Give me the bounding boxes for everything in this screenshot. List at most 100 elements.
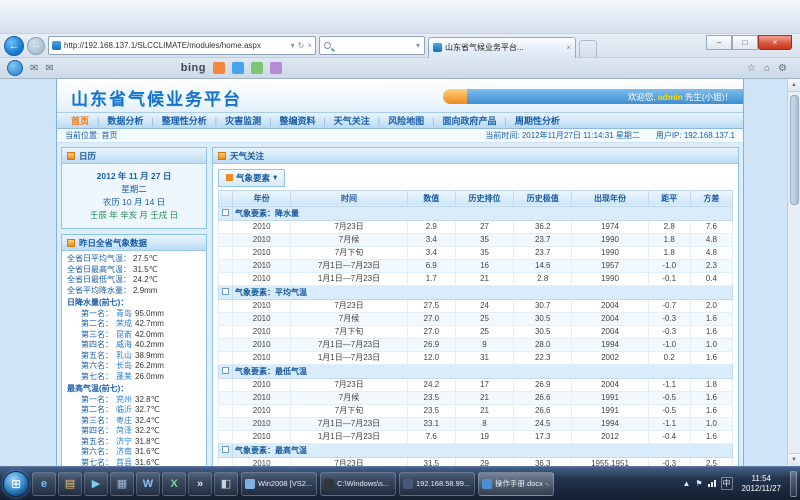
scrollbar-thumb[interactable]: [790, 95, 799, 205]
gear-icon[interactable]: ⚙: [778, 63, 787, 74]
page-scrollbar[interactable]: ▲ ▼: [787, 79, 800, 466]
checkbox-icon[interactable]: [222, 288, 229, 295]
cell: 36.2: [514, 220, 572, 233]
taskbar-clock[interactable]: 11:54 2012/11/27: [738, 474, 785, 493]
search-dropdown-icon[interactable]: ▾: [416, 41, 420, 50]
address-url[interactable]: http://192.168.137.1/SLCCLIMATE/modules/…: [64, 41, 288, 50]
station-link[interactable]: 济宁: [116, 437, 132, 448]
stop-icon[interactable]: ×: [307, 41, 312, 50]
browser-back-button[interactable]: ←: [4, 36, 24, 56]
checkbox-icon[interactable]: [222, 209, 229, 216]
nav-item-5[interactable]: 天气关注: [326, 114, 378, 127]
tab-close-icon[interactable]: ×: [566, 43, 571, 52]
station-link[interactable]: 莒县: [116, 458, 132, 467]
table-row[interactable]: 20107月候3.43523.719901.84.8: [219, 233, 733, 246]
station-link[interactable]: 昆嵛: [116, 330, 132, 341]
home-icon[interactable]: ⌂: [764, 63, 770, 74]
nav-item-1[interactable]: 数据分析: [99, 114, 151, 127]
taskbar-window-1[interactable]: C:\Windows\s...: [320, 472, 396, 496]
table-row[interactable]: 20107月下旬27.02530.52004-0.31.6: [219, 325, 733, 338]
table-row[interactable]: 20101月1日—7月23日12.03122.320020.21.6: [219, 351, 733, 364]
table-row[interactable]: 20107月1日—7月23日23.1824.51994-1.11.0: [219, 417, 733, 430]
scroll-up-icon[interactable]: ▲: [788, 79, 800, 92]
station-link[interactable]: 菏泽: [116, 426, 132, 437]
address-bar[interactable]: http://192.168.137.1/SLCCLIMATE/modules/…: [48, 36, 316, 55]
excel-icon[interactable]: X: [162, 472, 186, 496]
station-link[interactable]: 威海: [116, 340, 132, 351]
folder-icon[interactable]: ▤: [58, 472, 82, 496]
nav-item-0[interactable]: 首页: [63, 114, 97, 127]
remote-desktop-icon[interactable]: ▦: [110, 472, 134, 496]
cell: 2010: [233, 457, 291, 466]
element-filter-button[interactable]: 气象要素 ▾: [218, 169, 285, 187]
table-row[interactable]: 20107月候27.02530.52004-0.31.6: [219, 312, 733, 325]
ime-indicator[interactable]: 中: [721, 477, 733, 490]
favorites-star-icon[interactable]: ☆: [747, 63, 756, 74]
taskbar-window-2[interactable]: 192.168.58.99...: [399, 472, 475, 496]
toolbar-green-icon[interactable]: [251, 62, 263, 74]
console-icon[interactable]: »: [188, 472, 212, 496]
refresh-icon[interactable]: ↻: [298, 41, 305, 50]
maximize-button[interactable]: □: [732, 35, 758, 50]
search-box[interactable]: ▾: [319, 36, 425, 55]
cell: 12.0: [407, 351, 455, 364]
table-row[interactable]: 20107月23日31.52936.31955,1951-0.32.5: [219, 457, 733, 466]
browser-forward-button[interactable]: →: [27, 37, 45, 55]
close-button[interactable]: ×: [758, 35, 792, 50]
station-link[interactable]: 蓬莱: [116, 372, 132, 383]
station-link[interactable]: 临沂: [116, 405, 132, 416]
table-row[interactable]: 20107月候23.52126.61991-0.51.6: [219, 391, 733, 404]
toolbar-blue-icon[interactable]: [232, 62, 244, 74]
checkbox-icon[interactable]: [222, 446, 229, 453]
tray-expand-icon[interactable]: ▲: [682, 479, 690, 488]
table-row[interactable]: 20107月下旬23.52126.61991-0.51.6: [219, 404, 733, 417]
checkbox-icon[interactable]: [222, 367, 229, 374]
vm-icon[interactable]: ◧: [214, 472, 238, 496]
group-row[interactable]: 气象要素：平均气温: [219, 285, 733, 299]
address-dropdown-icon[interactable]: ▾: [291, 41, 295, 50]
table-row[interactable]: 20107月下旬3.43523.719901.84.8: [219, 246, 733, 259]
start-button[interactable]: ⊞: [3, 471, 29, 497]
table-row[interactable]: 20107月1日—7月23日26.9928.01994-1.01.0: [219, 338, 733, 351]
browser-tab[interactable]: 山东省气候业务平台... ×: [428, 37, 576, 58]
group-row[interactable]: 气象要素：降水量: [219, 206, 733, 220]
station-link[interactable]: 兖州: [116, 395, 132, 406]
assistant-icon[interactable]: [7, 60, 23, 76]
taskbar-window-0[interactable]: Win2008 [VS2...: [241, 472, 317, 496]
bing-logo[interactable]: bing: [181, 62, 206, 74]
table-row[interactable]: 20101月1日—7月23日7.61917.32012-0.41.6: [219, 430, 733, 443]
table-row[interactable]: 20107月23日24.21726.92004-1.11.8: [219, 378, 733, 391]
taskbar-window-3[interactable]: 操作手册.docx -...: [478, 472, 554, 496]
table-row[interactable]: 20101月1日—7月23日1.7212.81990-0.10.4: [219, 272, 733, 285]
nav-item-3[interactable]: 灾害监测: [217, 114, 269, 127]
table-row[interactable]: 20107月23日2.92736.219742.87.6: [219, 220, 733, 233]
table-row[interactable]: 20107月23日27.52430.72004-0.72.0: [219, 299, 733, 312]
toolbar-purple-icon[interactable]: [270, 62, 282, 74]
action-center-flag-icon[interactable]: ⚑: [695, 479, 702, 488]
word-icon[interactable]: W: [136, 472, 160, 496]
station-link[interactable]: 济南: [116, 447, 132, 458]
station-link[interactable]: 枣庄: [116, 416, 132, 427]
network-icon[interactable]: [708, 480, 716, 487]
show-desktop-button[interactable]: [790, 471, 797, 497]
mail2-icon[interactable]: ✉: [45, 63, 53, 74]
nav-item-8[interactable]: 周期性分析: [507, 114, 568, 127]
group-row[interactable]: 气象要素：最低气温: [219, 364, 733, 378]
table-row[interactable]: 20107月1日—7月23日6.91614.61957-1.02.3: [219, 259, 733, 272]
media-player-icon[interactable]: ▶: [84, 472, 108, 496]
nav-item-6[interactable]: 风险地图: [380, 114, 432, 127]
nav-item-7[interactable]: 面向政府产品: [435, 114, 505, 127]
group-row[interactable]: 气象要素：最高气温: [219, 443, 733, 457]
station-link[interactable]: 荣成: [116, 319, 132, 330]
station-link[interactable]: 长岛: [116, 361, 132, 372]
scroll-down-icon[interactable]: ▼: [788, 453, 800, 466]
new-tab-button[interactable]: [579, 40, 597, 57]
nav-item-2[interactable]: 整理性分析: [154, 114, 215, 127]
station-link[interactable]: 青岛: [116, 309, 132, 320]
station-link[interactable]: 乳山: [116, 351, 132, 362]
nav-item-4[interactable]: 整编资料: [271, 114, 323, 127]
toolbar-orange-icon[interactable]: [213, 62, 225, 74]
ie-icon[interactable]: e: [32, 472, 56, 496]
minimize-button[interactable]: –: [706, 35, 732, 50]
mail-icon[interactable]: ✉: [30, 63, 38, 74]
